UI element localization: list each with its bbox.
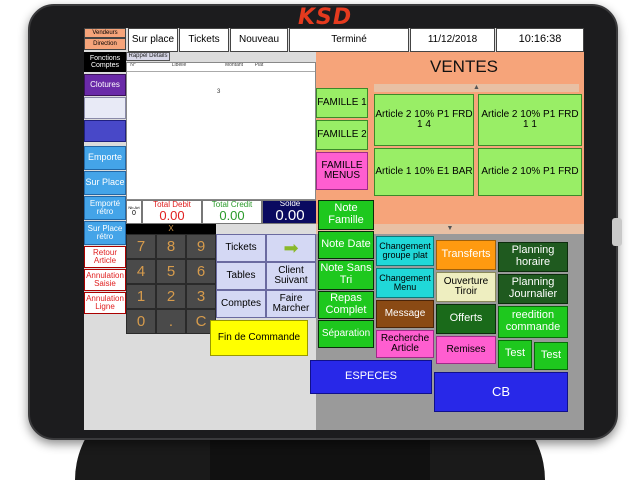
ticket-header: N° Libelle Montant Plat [127,63,315,72]
nouveau-tab[interactable]: Nouveau [230,28,288,52]
retour-article-button[interactable]: Retour Article [84,246,126,268]
sidebar-blank-2[interactable] [84,120,126,142]
key-8[interactable]: 8 [156,234,186,259]
tickets-tab[interactable]: Tickets [179,28,229,52]
chevron-up-icon: ▲ [473,84,480,92]
test-button-1[interactable]: Test [498,340,532,368]
total-debit-box: Total Debit 0.00 [142,200,202,224]
rappel-details-button[interactable]: Rappel Details [126,52,170,61]
planning-horaire-button[interactable]: Planning horaire [498,242,568,272]
side-button [612,218,622,246]
fonctions-comptes-button[interactable]: Fonctions Comptes [84,52,126,72]
sidebar-blank-1[interactable] [84,97,126,119]
changement-groupe-plat-button[interactable]: Changement groupe plat [376,236,434,266]
tables-button[interactable]: Tables [216,262,266,290]
ventes-title: VENTES [429,57,499,77]
key-4[interactable]: 4 [126,259,156,284]
planning-journalier-button[interactable]: Planning Journalier [498,274,568,304]
time-display: 10:16:38 [496,28,584,52]
note-date-button[interactable]: Note Date [318,231,374,259]
arrow-right-icon: ➡ [283,237,299,258]
total-credit-box: Total Credit 0.00 [202,200,262,224]
col-header-montant: Montant [224,62,244,68]
key-1[interactable]: 1 [126,284,156,309]
total-debit-value: 0.00 [159,208,185,224]
message-button[interactable]: Message [376,300,434,328]
family-2-button[interactable]: FAMILLE 2 [316,120,368,150]
article-button-1[interactable]: Article 2 10% P1 FRD 1 4 [374,94,474,146]
key-7[interactable]: 7 [126,234,156,259]
scroll-up-button[interactable]: ▲ [374,84,579,92]
key-6[interactable]: 6 [186,259,216,284]
clotures-button[interactable]: Clotures [84,74,126,96]
reedition-commande-button[interactable]: reedition commande [498,306,568,338]
article-button-2[interactable]: Article 2 10% P1 FRD 1 1 [478,94,582,146]
client-suivant-button[interactable]: Client Suivant [266,262,316,290]
keypad: X 7 8 9 4 5 6 1 2 3 0 . C [126,224,216,334]
article-button-4[interactable]: Article 2 10% P1 FRD [478,148,582,196]
note-famille-button[interactable]: Note Famille [318,200,374,230]
ouverture-tiroir-button[interactable]: Ouverture Tiroir [436,272,496,302]
key-5[interactable]: 5 [156,259,186,284]
ticket-list[interactable]: N° Libelle Montant Plat 3 [126,62,316,200]
brand-logo: KSD [298,5,353,30]
test-button-2[interactable]: Test [534,342,568,370]
separation-button[interactable]: Séparation [318,320,374,348]
nb-art-box: Nb.Art 0 [126,200,142,224]
transferts-button[interactable]: Transferts [436,240,496,270]
direction-button[interactable]: Direction [84,38,126,50]
faire-marcher-button[interactable]: Faire Marcher [266,290,316,318]
status-label: Terminé [289,28,409,52]
vendeurs-button[interactable]: Vendeurs [84,28,126,38]
repas-complet-button[interactable]: Repas Complet [318,291,374,319]
sur-place-button[interactable]: Sur Place [84,171,126,195]
key-3[interactable]: 3 [186,284,216,309]
col-header-num: N° [130,62,136,68]
key-2[interactable]: 2 [156,284,186,309]
recherche-article-button[interactable]: Recherche Article [376,330,434,358]
date-display: 11/12/2018 [410,28,495,52]
emporte-button[interactable]: Emporte [84,146,126,170]
key-x[interactable]: X [126,224,216,234]
annulation-ligne-button[interactable]: Annulation Ligne [84,292,126,314]
note-sans-tri-button[interactable]: Note Sans Tri [318,260,374,290]
ticket-marker: 3 [217,89,221,95]
remises-button[interactable]: Remises [436,336,496,364]
offerts-button[interactable]: Offerts [436,304,496,334]
key-9[interactable]: 9 [186,234,216,259]
solde-value: 0.00 [275,207,305,224]
sur-place-retro-button[interactable]: Sur Place rétro [84,221,126,245]
key-dot[interactable]: . [156,309,186,334]
changement-menu-button[interactable]: Changement Menu [376,268,434,298]
pos-screen: Vendeurs Direction Sur place Tickets Nou… [84,28,584,430]
annulation-saisie-button[interactable]: Annulation Saisie [84,269,126,291]
tablet-device: KSD Vendeurs Direction Sur place Tickets… [28,4,622,440]
family-menus-button[interactable]: FAMILLE MENUS [316,152,368,190]
key-0[interactable]: 0 [126,309,156,334]
cb-button[interactable]: CB [434,372,568,412]
especes-button[interactable]: ESPECES [310,360,432,394]
family-1-button[interactable]: FAMILLE 1 [316,88,368,118]
solde-box: Solde 0.00 [262,200,318,224]
arrow-button[interactable]: ➡ [266,234,316,262]
sur-place-tab[interactable]: Sur place [128,28,178,52]
fin-de-commande-button[interactable]: Fin de Commande [210,320,308,356]
col-header-plat: Plat [254,62,264,68]
tickets-button[interactable]: Tickets [216,234,266,262]
comptes-button[interactable]: Comptes [216,290,266,318]
nb-art-value: 0 [132,210,136,218]
article-button-3[interactable]: Article 1 10% E1 BAR [374,148,474,196]
chevron-down-icon: ▼ [446,225,454,233]
col-header-libelle: Libelle [171,62,187,68]
total-credit-value: 0.00 [219,208,245,224]
emporte-retro-button[interactable]: Emporté rétro [84,196,126,220]
